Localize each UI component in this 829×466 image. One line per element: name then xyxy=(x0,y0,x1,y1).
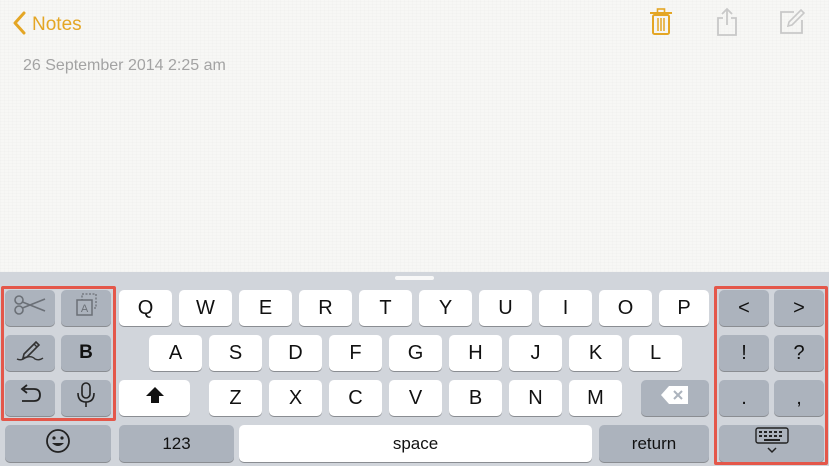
key-v[interactable]: V xyxy=(389,380,442,416)
key-e[interactable]: E xyxy=(239,290,292,326)
back-button[interactable]: Notes xyxy=(12,10,82,40)
shift-key[interactable] xyxy=(119,380,190,416)
note-editor[interactable]: Notes 26 September 2014 2:25 am xyxy=(0,0,829,272)
key-c[interactable]: C xyxy=(329,380,382,416)
numbers-key[interactable]: 123 xyxy=(119,425,234,462)
key-m[interactable]: M xyxy=(569,380,622,416)
delete-key[interactable] xyxy=(641,380,709,416)
copy-key[interactable]: A xyxy=(61,290,111,326)
comma-key[interactable]: , xyxy=(774,380,824,416)
trash-button[interactable] xyxy=(646,7,676,41)
key-k[interactable]: K xyxy=(569,335,622,371)
key-y[interactable]: Y xyxy=(419,290,472,326)
period-key[interactable]: . xyxy=(719,380,769,416)
share-icon xyxy=(715,7,739,42)
cut-key[interactable] xyxy=(5,290,55,326)
key-s[interactable]: S xyxy=(209,335,262,371)
key-w[interactable]: W xyxy=(179,290,232,326)
copy-icon: A xyxy=(74,293,98,323)
key-h[interactable]: H xyxy=(449,335,502,371)
numbers-key-label: 123 xyxy=(162,433,191,453)
scissors-icon xyxy=(13,295,47,321)
key-f[interactable]: F xyxy=(329,335,382,371)
key-p[interactable]: P xyxy=(659,290,709,326)
key-j[interactable]: J xyxy=(509,335,562,371)
key-g[interactable]: G xyxy=(389,335,442,371)
dismiss-keyboard-key[interactable] xyxy=(719,425,824,462)
share-button[interactable] xyxy=(712,7,742,42)
question-key[interactable]: ? xyxy=(774,335,824,371)
chevron-left-icon xyxy=(12,11,26,40)
cursor-right-key[interactable]: > xyxy=(774,290,824,326)
compose-button[interactable] xyxy=(777,8,807,40)
exclamation-key[interactable]: ! xyxy=(719,335,769,371)
keyboard-dismiss-icon xyxy=(754,426,789,461)
key-o[interactable]: O xyxy=(599,290,652,326)
key-d[interactable]: D xyxy=(269,335,322,371)
key-u[interactable]: U xyxy=(479,290,532,326)
key-r[interactable]: R xyxy=(299,290,352,326)
key-t[interactable]: T xyxy=(359,290,412,326)
dictation-key[interactable] xyxy=(61,380,111,416)
paste-key[interactable] xyxy=(5,335,55,371)
space-key[interactable]: space xyxy=(239,425,592,462)
key-l[interactable]: L xyxy=(629,335,682,371)
space-key-label: space xyxy=(392,433,439,453)
keyboard-grabber[interactable] xyxy=(395,276,434,280)
undo-icon xyxy=(17,384,43,412)
key-b[interactable]: B xyxy=(449,380,502,416)
trash-icon xyxy=(649,7,673,41)
return-key-label: return xyxy=(631,433,677,453)
paste-icon xyxy=(15,338,45,368)
emoji-key[interactable] xyxy=(5,425,111,462)
return-key[interactable]: return xyxy=(599,425,709,462)
back-label: Notes xyxy=(32,14,82,35)
key-x[interactable]: X xyxy=(269,380,322,416)
bold-key[interactable]: B xyxy=(61,335,111,371)
cursor-left-key[interactable]: < xyxy=(719,290,769,326)
key-i[interactable]: I xyxy=(539,290,592,326)
key-n[interactable]: N xyxy=(509,380,562,416)
key-q[interactable]: Q xyxy=(119,290,172,326)
key-z[interactable]: Z xyxy=(209,380,262,416)
key-a[interactable]: A xyxy=(149,335,202,371)
keyboard: A B Q W E R T Y U I O P A S D F G H J K … xyxy=(0,272,829,466)
backspace-icon xyxy=(660,385,690,411)
microphone-icon xyxy=(76,382,96,414)
compose-icon xyxy=(778,8,806,41)
shift-arrow-icon xyxy=(145,386,165,410)
undo-key[interactable] xyxy=(5,380,55,416)
note-timestamp: 26 September 2014 2:25 am xyxy=(23,57,226,74)
emoji-icon xyxy=(45,428,71,460)
svg-text:A: A xyxy=(81,303,89,315)
